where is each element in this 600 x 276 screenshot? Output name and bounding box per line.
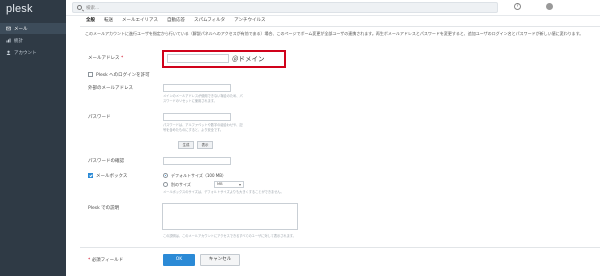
password-field[interactable] — [163, 113, 231, 121]
tab-general[interactable]: 全般 — [86, 17, 95, 25]
chevron-down-icon — [239, 184, 241, 186]
description-label: Plesk での説明 — [88, 206, 120, 211]
user-avatar-icon[interactable] — [546, 3, 553, 10]
password-confirm-label: パスワードの確認 — [88, 159, 124, 164]
email-label: メールアドレス * — [88, 56, 124, 61]
password-label: パスワード — [88, 115, 111, 120]
required-note: * 必須フィールド — [88, 258, 124, 263]
intro-text: このメールアカウントに進行ユーザを指定から行いている（解説パネルへのアクセスが有… — [85, 31, 584, 36]
tab-forwarding[interactable]: 転送 — [104, 17, 113, 25]
sidebar: plesk メール 統計 アカウント — [0, 0, 66, 276]
plesk-login-label: Plesk へのログインを許可 — [96, 73, 150, 78]
show-password-button[interactable]: 表示 — [197, 141, 213, 149]
chart-icon — [6, 38, 11, 43]
tab-mail-aliases[interactable]: メールエイリアス — [122, 17, 158, 25]
help-icon[interactable]: ? — [514, 3, 521, 10]
mailbox-hint: メールボックスのサイズは、デフォルトサイズよりも大きくすることができません。 — [163, 190, 284, 194]
mailbox-size-unit-select[interactable]: MB — [214, 181, 244, 188]
description-hint: この説明は、このメールアカウントにアクセスできるすべてのユーザに対して表示されま… — [163, 234, 296, 238]
mailbox-default-size-label: デフォルトサイズ（100 MB） — [171, 173, 226, 178]
tab-antivirus[interactable]: アンチウイルス — [234, 17, 265, 25]
email-domain-suffix: ＠ドメイン — [232, 55, 265, 63]
cancel-button[interactable]: キャンセル — [200, 254, 240, 266]
top-bar: 検索... ? — [66, 0, 600, 16]
email-field[interactable] — [167, 54, 229, 63]
external-email-hint: メインのメールアドレスが使用できない場合のため、パスワードのリセットに使用されま… — [163, 94, 243, 103]
tab-divider — [80, 26, 600, 27]
sidebar-item-label: メール — [14, 26, 28, 32]
external-email-field[interactable] — [163, 84, 231, 92]
app-logo[interactable]: plesk — [6, 3, 33, 15]
search-placeholder: 検索... — [86, 6, 100, 11]
plesk-login-checkbox[interactable] — [88, 72, 93, 77]
tab-spam-filter[interactable]: スパムフィルタ — [194, 17, 225, 25]
password-confirm-field[interactable] — [163, 157, 231, 165]
sidebar-item-label: 統計 — [14, 38, 23, 44]
sidebar-item-stats[interactable]: 統計 — [0, 35, 66, 46]
external-email-label: 外部のメールアドレス — [88, 86, 133, 91]
mailbox-custom-size-label: 別のサイズ — [171, 182, 191, 187]
mailbox-size-unit-value: MB — [217, 182, 223, 186]
footer-divider — [80, 247, 600, 248]
mailbox-default-size-radio[interactable] — [163, 173, 168, 178]
mail-icon — [6, 26, 11, 31]
generate-password-button[interactable]: 生成 — [178, 141, 194, 149]
description-textarea[interactable] — [162, 203, 298, 230]
tab-bar: 全般 転送 メールエイリアス 自動応答 スパムフィルタ アンチウイルス — [86, 17, 265, 25]
mailbox-checkbox[interactable] — [88, 173, 93, 178]
mailbox-label: メールボックス — [96, 174, 128, 179]
sidebar-item-account[interactable]: アカウント — [0, 47, 66, 58]
user-icon — [6, 50, 11, 55]
sidebar-item-mail[interactable]: メール — [0, 23, 66, 34]
search-input[interactable]: 検索... — [72, 2, 498, 13]
mailbox-custom-size-radio[interactable] — [163, 182, 168, 187]
sidebar-item-label: アカウント — [14, 50, 37, 56]
tab-auto-reply[interactable]: 自動応答 — [167, 17, 185, 25]
password-hint: パスワードは、アルファベットや数字の組合わせや、記号を含めたものにすると、より安… — [163, 123, 243, 132]
search-icon — [77, 5, 82, 10]
ok-button[interactable]: OK — [163, 254, 195, 266]
